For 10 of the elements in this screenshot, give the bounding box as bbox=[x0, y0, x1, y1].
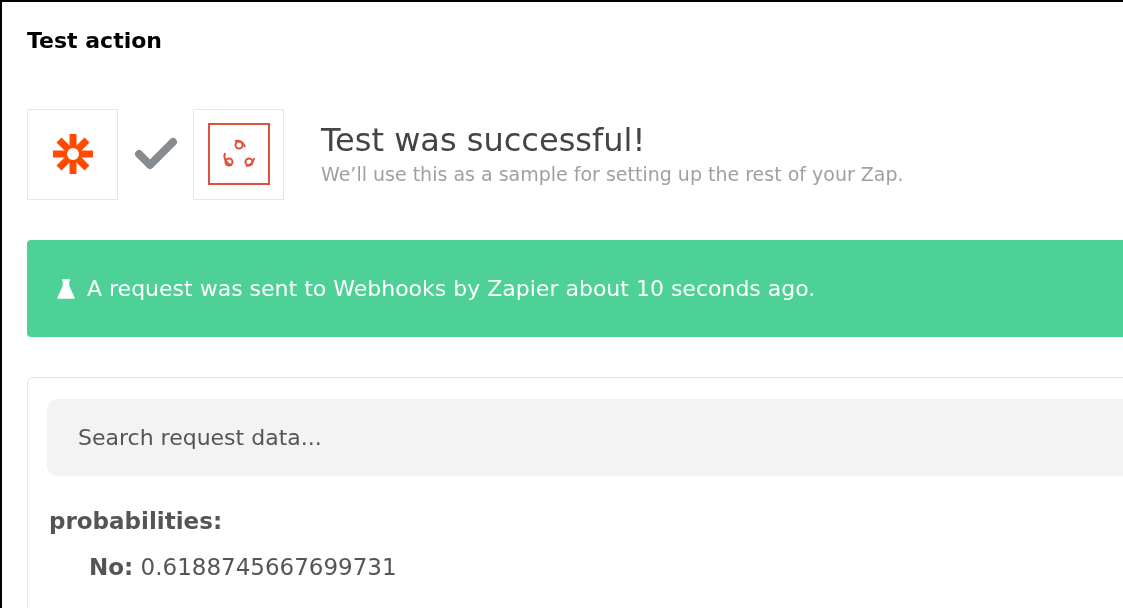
banner-text: A request was sent to Webhooks by Zapier about 10 seconds ago. bbox=[87, 275, 816, 303]
result-subtitle: We’ll use this as a sample for setting up the rest of your Zap. bbox=[321, 162, 904, 187]
search-field[interactable]: Search request data... bbox=[47, 399, 1123, 476]
data-key: probabilities: bbox=[49, 508, 223, 534]
result-title: Test was successful! bbox=[321, 120, 647, 160]
asterisk-icon bbox=[50, 132, 95, 176]
flask-icon bbox=[57, 278, 75, 299]
webhook-icon bbox=[207, 123, 270, 185]
section-title: Test action bbox=[27, 27, 162, 55]
data-field: No: 0.6188745667699731 bbox=[89, 554, 397, 580]
